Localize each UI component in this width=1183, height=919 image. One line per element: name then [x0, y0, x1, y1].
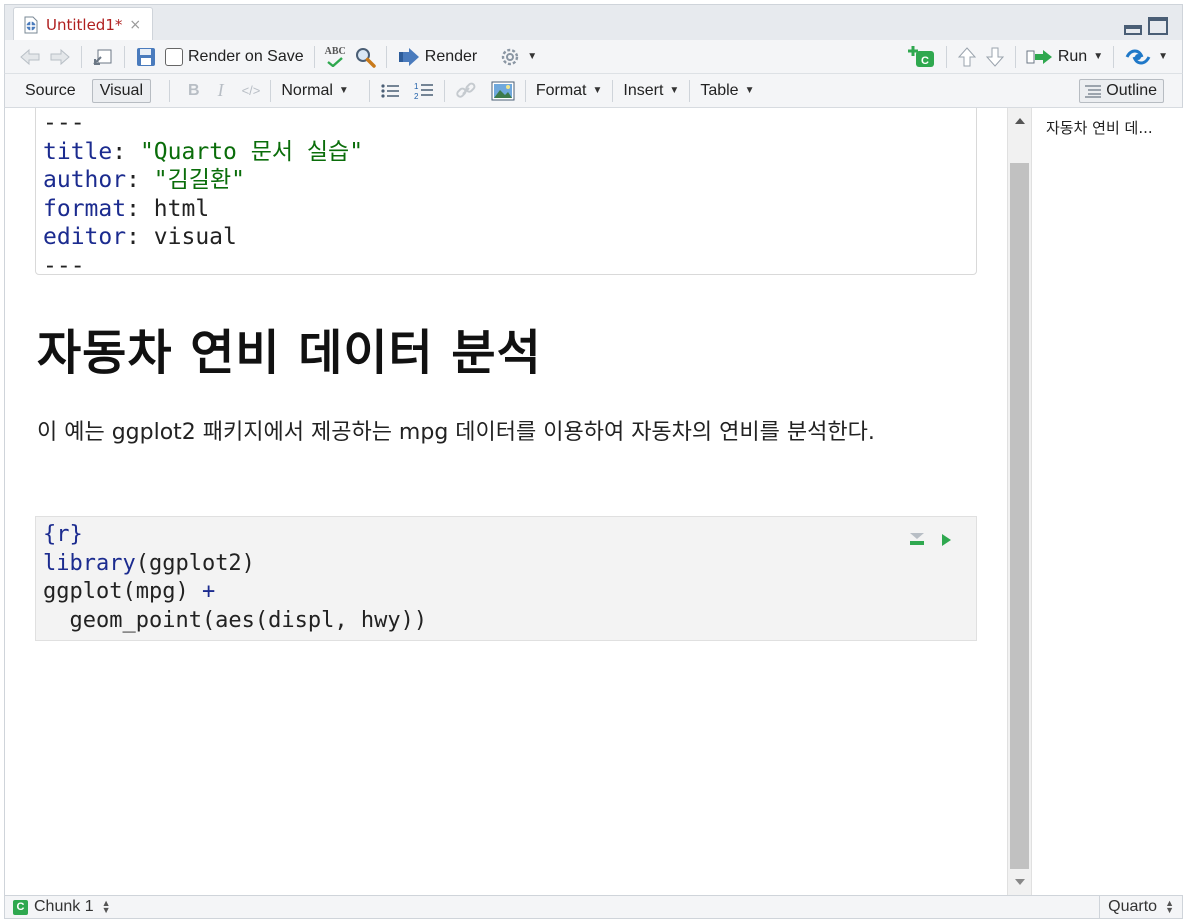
scroll-thumb[interactable] — [1010, 163, 1029, 869]
insert-menu[interactable]: Insert ▼ — [619, 78, 683, 104]
chevron-down-icon: ▼ — [1093, 51, 1104, 62]
chunk-badge-icon: C — [13, 899, 28, 915]
maximize-icon[interactable] — [1148, 17, 1168, 35]
outline-toggle-button[interactable]: Outline — [1075, 78, 1168, 104]
chunk-code-line: ggplot(mpg) — [43, 579, 202, 605]
visual-mode-button[interactable]: Visual — [88, 78, 155, 104]
publish-icon — [1125, 49, 1151, 64]
run-chunk-icon[interactable] — [940, 533, 952, 547]
yaml-header-block[interactable]: --- title: "Quarto 문서 실습" author: "김길환" … — [35, 108, 977, 279]
yaml-delimiter: --- — [43, 110, 85, 136]
chevron-down-icon: ▼ — [527, 51, 538, 62]
bold-icon[interactable]: B — [184, 78, 204, 104]
code-icon[interactable]: </> — [238, 78, 265, 104]
italic-icon[interactable]: I — [214, 78, 228, 104]
numbered-list-icon[interactable]: 12 — [410, 78, 438, 104]
back-arrow-icon[interactable] — [15, 44, 45, 70]
chevron-down-icon: ▼ — [338, 85, 349, 96]
render-arrow-icon — [398, 47, 419, 66]
run-button[interactable]: Run ▼ — [1022, 44, 1107, 70]
chunk-code-fn: library — [43, 550, 136, 576]
chevron-down-icon: ▼ — [1158, 51, 1168, 62]
window-controls — [1124, 17, 1168, 35]
code-chunk[interactable]: {r} library(ggplot2) ggplot(mpg) + geom_… — [35, 516, 977, 641]
yaml-key-author: author — [43, 167, 127, 193]
yaml-value-format: html — [153, 195, 210, 222]
yaml-key-editor: editor — [43, 224, 127, 250]
editor-scrollbar[interactable] — [1007, 108, 1031, 895]
outline-pane: 자동차 연비 데... — [1031, 108, 1183, 895]
render-button[interactable]: Render — [393, 44, 481, 70]
run-label: Run — [1057, 47, 1088, 65]
yaml-delimiter: --- — [43, 252, 85, 279]
find-replace-icon[interactable] — [350, 44, 380, 70]
scroll-down-icon[interactable] — [1015, 879, 1025, 885]
chevron-down-icon: ▼ — [744, 85, 755, 96]
chunk-navigator[interactable]: Chunk 1 — [34, 898, 94, 916]
render-options-button[interactable]: ▼ — [495, 44, 541, 70]
yaml-value-author: "김길환" — [153, 167, 245, 193]
yaml-key-format: format — [43, 195, 127, 222]
document-heading[interactable]: 자동차 연비 데이터 분석 — [37, 313, 542, 383]
scroll-up-icon[interactable] — [1015, 118, 1025, 124]
yaml-key-title: title — [43, 138, 113, 165]
tab-untitled1[interactable]: Untitled1* × — [13, 7, 153, 41]
source-mode-button[interactable]: Source — [21, 78, 80, 104]
chunk-code-arg: (ggplot2) — [135, 550, 255, 576]
spellcheck-icon[interactable]: ABC — [321, 44, 350, 70]
render-on-save-checkbox[interactable] — [165, 47, 183, 66]
body-paragraph[interactable]: 이 예는 ggplot2 패키지에서 제공하는 mpg 데이터를 이용하여 자동… — [37, 414, 967, 452]
tab-title: Untitled1* — [46, 15, 123, 34]
chunk-code-plus: + — [201, 579, 216, 605]
next-chunk-icon[interactable] — [981, 44, 1009, 70]
run-above-icon[interactable] — [908, 531, 926, 549]
show-in-window-icon[interactable] — [88, 44, 118, 70]
close-icon[interactable]: × — [129, 17, 141, 33]
publish-button[interactable]: ▼ — [1120, 44, 1172, 70]
updown-icon[interactable]: ▲ ▼ — [102, 899, 111, 915]
status-bar: C Chunk 1 ▲ ▼ Quarto ▲ ▼ — [4, 895, 1183, 919]
updown-icon: ▲ ▼ — [1165, 898, 1174, 915]
outline-item[interactable]: 자동차 연비 데... — [1046, 117, 1153, 138]
yaml-value-editor: visual — [153, 224, 237, 250]
quarto-doc-icon — [24, 16, 38, 33]
run-arrow-icon — [1026, 49, 1052, 64]
outline-icon — [1085, 84, 1102, 98]
chevron-down-icon: ▼ — [592, 85, 603, 96]
visual-editor[interactable]: --- title: "Quarto 문서 실습" author: "김길환" … — [4, 108, 1007, 895]
svg-text:C: C — [921, 55, 929, 67]
svg-text:2: 2 — [414, 92, 419, 101]
forward-arrow-icon[interactable] — [45, 44, 75, 70]
save-icon[interactable] — [131, 44, 161, 70]
image-icon[interactable] — [487, 78, 519, 104]
yaml-value-title: "Quarto 문서 실습" — [139, 138, 364, 165]
chunk-code-line: geom_point(aes(displ, hwy)) — [43, 607, 428, 633]
gear-icon — [502, 48, 519, 65]
svg-text:1: 1 — [414, 82, 419, 91]
block-format-dropdown[interactable]: Normal ▼ — [277, 78, 352, 104]
chunk-header: {r} — [43, 522, 83, 547]
chevron-down-icon: ▼ — [669, 85, 680, 96]
link-icon[interactable] — [451, 78, 481, 104]
main-toolbar: Render on Save ABC Render ▼ C Run ▼ ▼ — [4, 40, 1183, 74]
render-on-save-label: Render on Save — [188, 47, 304, 65]
render-label: Render — [424, 47, 478, 65]
format-toolbar: Source Visual B I </> Normal ▼ 12 Format — [4, 74, 1183, 108]
render-on-save-toggle[interactable]: Render on Save — [161, 44, 308, 70]
format-menu[interactable]: Format ▼ — [532, 78, 607, 104]
bullet-list-icon[interactable] — [376, 78, 404, 104]
tab-bar: Untitled1* × — [4, 4, 1183, 41]
chunk-actions — [908, 531, 952, 549]
minimize-icon[interactable] — [1124, 25, 1142, 35]
insert-chunk-icon[interactable]: C — [904, 44, 940, 70]
file-type-selector[interactable]: Quarto ▲ ▼ — [1099, 896, 1182, 918]
table-menu[interactable]: Table ▼ — [696, 78, 758, 104]
prev-chunk-icon[interactable] — [953, 44, 981, 70]
